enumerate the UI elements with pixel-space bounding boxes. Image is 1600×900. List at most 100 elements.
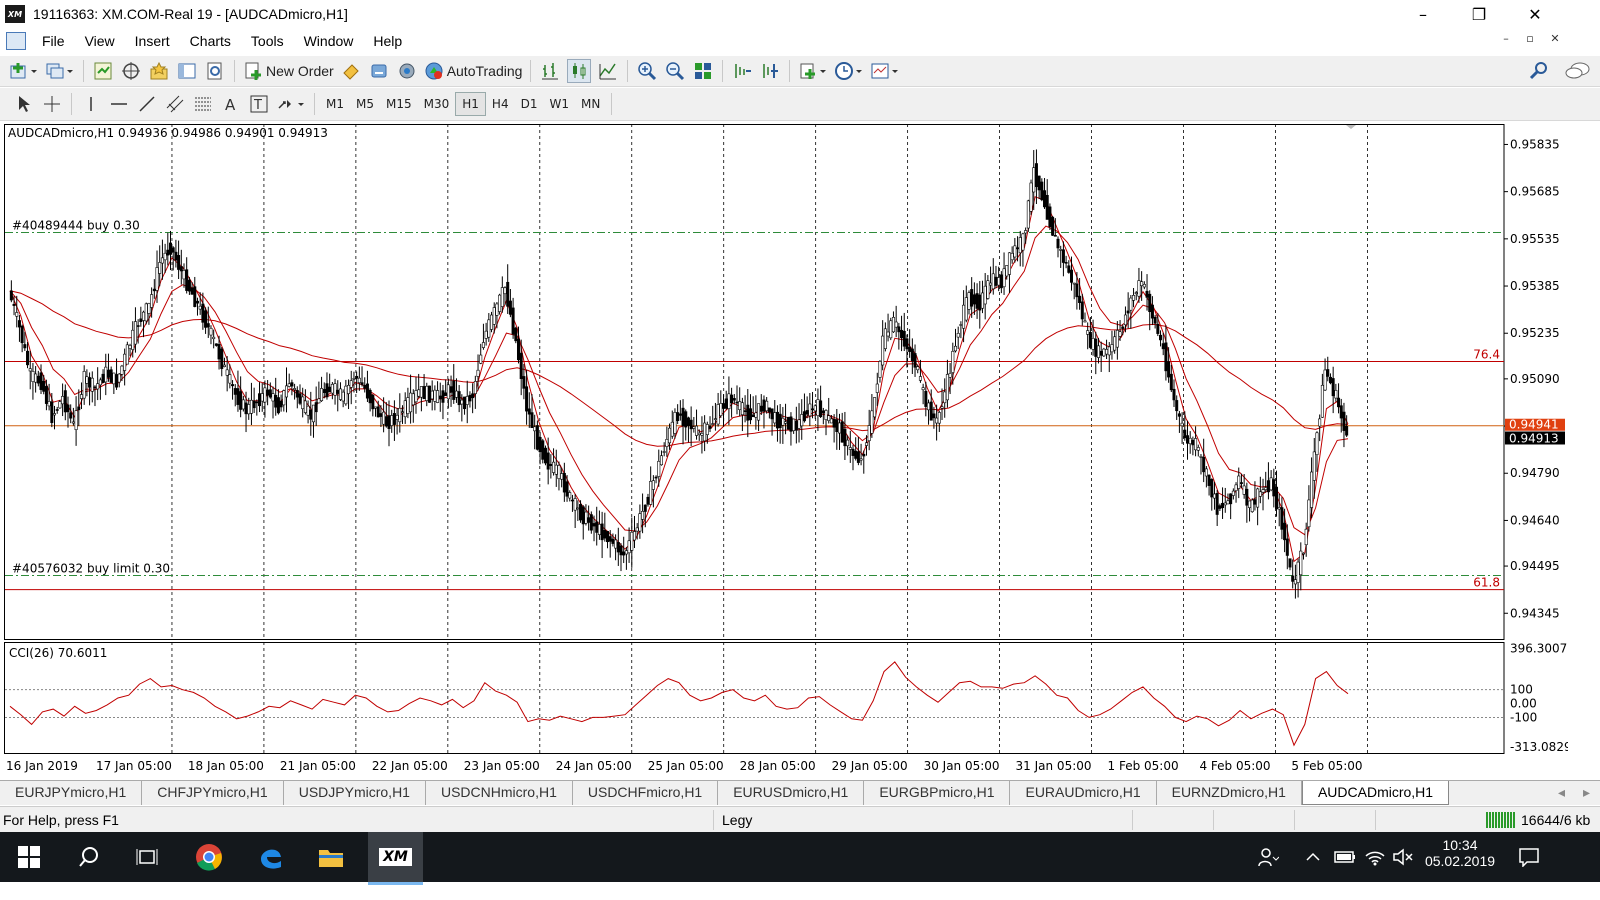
candle-body [1318, 418, 1322, 427]
task-view-icon[interactable] [122, 832, 172, 882]
battery-icon[interactable] [1330, 832, 1360, 882]
profiles-icon[interactable] [45, 60, 75, 82]
zoom-out-icon[interactable] [664, 60, 686, 82]
doc-close-button[interactable]: ✕ [1545, 32, 1565, 45]
y-tick-label: 0.95535 [1510, 232, 1560, 246]
vertical-line-icon[interactable] [80, 93, 102, 115]
minimize-button[interactable]: – [1400, 0, 1446, 28]
search-taskbar-icon[interactable] [64, 832, 114, 882]
trendline-icon[interactable] [136, 93, 158, 115]
community-icon[interactable] [396, 60, 418, 82]
candle-body [983, 285, 987, 305]
chart-canvas[interactable]: #40489444 buy 0.30 #40576032 buy limit 0.… [4, 122, 1572, 778]
menu-insert[interactable]: Insert [125, 33, 180, 49]
tab-eurjpy[interactable]: EURJPYmicro,H1 [0, 781, 143, 805]
notifications-icon[interactable] [1504, 832, 1554, 882]
timeframe-m15[interactable]: M15 [380, 93, 418, 115]
timeframe-m30[interactable]: M30 [418, 93, 456, 115]
candle-body [670, 421, 674, 437]
menu-view[interactable]: View [75, 33, 125, 49]
navigator-icon[interactable] [148, 60, 170, 82]
timeframe-d1[interactable]: D1 [515, 93, 544, 115]
tab-audcad[interactable]: AUDCADmicro,H1 [1301, 781, 1450, 805]
market-watch-icon[interactable] [92, 60, 114, 82]
menu-help[interactable]: Help [363, 33, 412, 49]
menu-charts[interactable]: Charts [180, 33, 241, 49]
people-icon[interactable] [1248, 832, 1288, 882]
speaker-muted-icon[interactable] [1388, 832, 1418, 882]
tile-windows-icon[interactable] [692, 60, 714, 82]
candle-body [88, 377, 92, 388]
tab-scroll-left-icon[interactable]: ◂ [1550, 781, 1573, 805]
candle-body [309, 409, 313, 420]
strategy-tester-icon[interactable] [204, 60, 226, 82]
autoscroll-icon[interactable] [759, 60, 781, 82]
metaeditor-icon[interactable] [340, 60, 362, 82]
windows-start-icon[interactable] [4, 832, 54, 882]
tab-usdjpy[interactable]: USDJPYmicro,H1 [284, 781, 426, 805]
menu-file[interactable]: File [32, 33, 75, 49]
file-explorer-icon[interactable] [306, 832, 356, 882]
periods-icon[interactable] [834, 60, 864, 82]
tab-eurgbp[interactable]: EURGBPmicro,H1 [864, 781, 1011, 805]
fibonacci-icon[interactable] [192, 93, 214, 115]
clock[interactable]: 10:34 05.02.2019 [1420, 837, 1500, 869]
menu-window[interactable]: Window [294, 33, 364, 49]
tab-euraud[interactable]: EURAUDmicro,H1 [1010, 781, 1157, 805]
timeframe-mn[interactable]: MN [575, 93, 606, 115]
xm-terminal-taskbar-icon[interactable]: XM [368, 832, 423, 885]
chrome-icon[interactable] [184, 832, 234, 882]
horizontal-line-icon[interactable] [108, 93, 130, 115]
zoom-in-icon[interactable] [636, 60, 658, 82]
tab-usdcnh[interactable]: USDCNHmicro,H1 [426, 781, 573, 805]
arrows-icon[interactable] [276, 93, 306, 115]
crosshair-icon[interactable] [41, 93, 63, 115]
chat-icon[interactable] [1565, 60, 1591, 82]
new-order-button[interactable]: New Order [243, 60, 334, 82]
tab-usdchf[interactable]: USDCHFmicro,H1 [573, 781, 719, 805]
data-window-icon[interactable] [120, 60, 142, 82]
x-tick-label: 28 Jan 05:00 [740, 759, 816, 773]
new-chart-icon[interactable] [9, 60, 39, 82]
text-icon[interactable]: A [220, 93, 242, 115]
candlestick-chart-icon[interactable] [567, 59, 592, 83]
candle-body [1264, 487, 1268, 490]
doc-restore-button[interactable]: ▫ [1520, 32, 1540, 45]
candle-body [533, 426, 537, 432]
menu-tools[interactable]: Tools [241, 33, 294, 49]
tab-eurnzd[interactable]: EURNZDmicro,H1 [1157, 781, 1302, 805]
close-button[interactable]: ✕ [1512, 0, 1558, 28]
bar-chart-icon[interactable] [539, 60, 561, 82]
signals-icon[interactable] [368, 60, 390, 82]
tab-scroll-right-icon[interactable]: ▸ [1573, 781, 1600, 805]
chart-window[interactable]: #40489444 buy 0.30 #40576032 buy limit 0.… [4, 122, 1572, 778]
indicators-icon[interactable] [798, 60, 828, 82]
doc-minimize-button[interactable]: – [1496, 32, 1516, 45]
line-chart-icon[interactable] [597, 60, 619, 82]
terminal-icon[interactable] [176, 60, 198, 82]
chart-shift-icon[interactable] [731, 60, 753, 82]
candle-body [220, 348, 224, 369]
autotrading-button[interactable]: AutoTrading [424, 60, 522, 82]
timeframe-m1[interactable]: M1 [320, 93, 350, 115]
text-label-icon[interactable]: T [248, 93, 270, 115]
chart-doc-icon[interactable] [6, 32, 26, 50]
search-icon[interactable] [1528, 60, 1550, 82]
cursor-icon[interactable] [13, 93, 35, 115]
edge-icon[interactable] [246, 832, 296, 882]
timeframe-h1[interactable]: H1 [455, 92, 486, 116]
tab-eurusd[interactable]: EURUSDmicro,H1 [718, 781, 865, 805]
candle-body [9, 290, 13, 301]
timeframe-w1[interactable]: W1 [543, 93, 575, 115]
candle-body [1153, 316, 1157, 324]
timeframe-h4[interactable]: H4 [486, 93, 515, 115]
tab-chfjpy[interactable]: CHFJPYmicro,H1 [142, 781, 284, 805]
candle-body [1256, 488, 1260, 508]
templates-icon[interactable] [870, 60, 900, 82]
chevron-up-icon[interactable] [1298, 832, 1328, 882]
maximize-button[interactable]: ❐ [1456, 0, 1502, 28]
timeframe-m5[interactable]: M5 [350, 93, 380, 115]
equidistant-channel-icon[interactable] [164, 93, 186, 115]
wifi-icon[interactable] [1360, 832, 1390, 882]
candle-body [400, 411, 404, 414]
